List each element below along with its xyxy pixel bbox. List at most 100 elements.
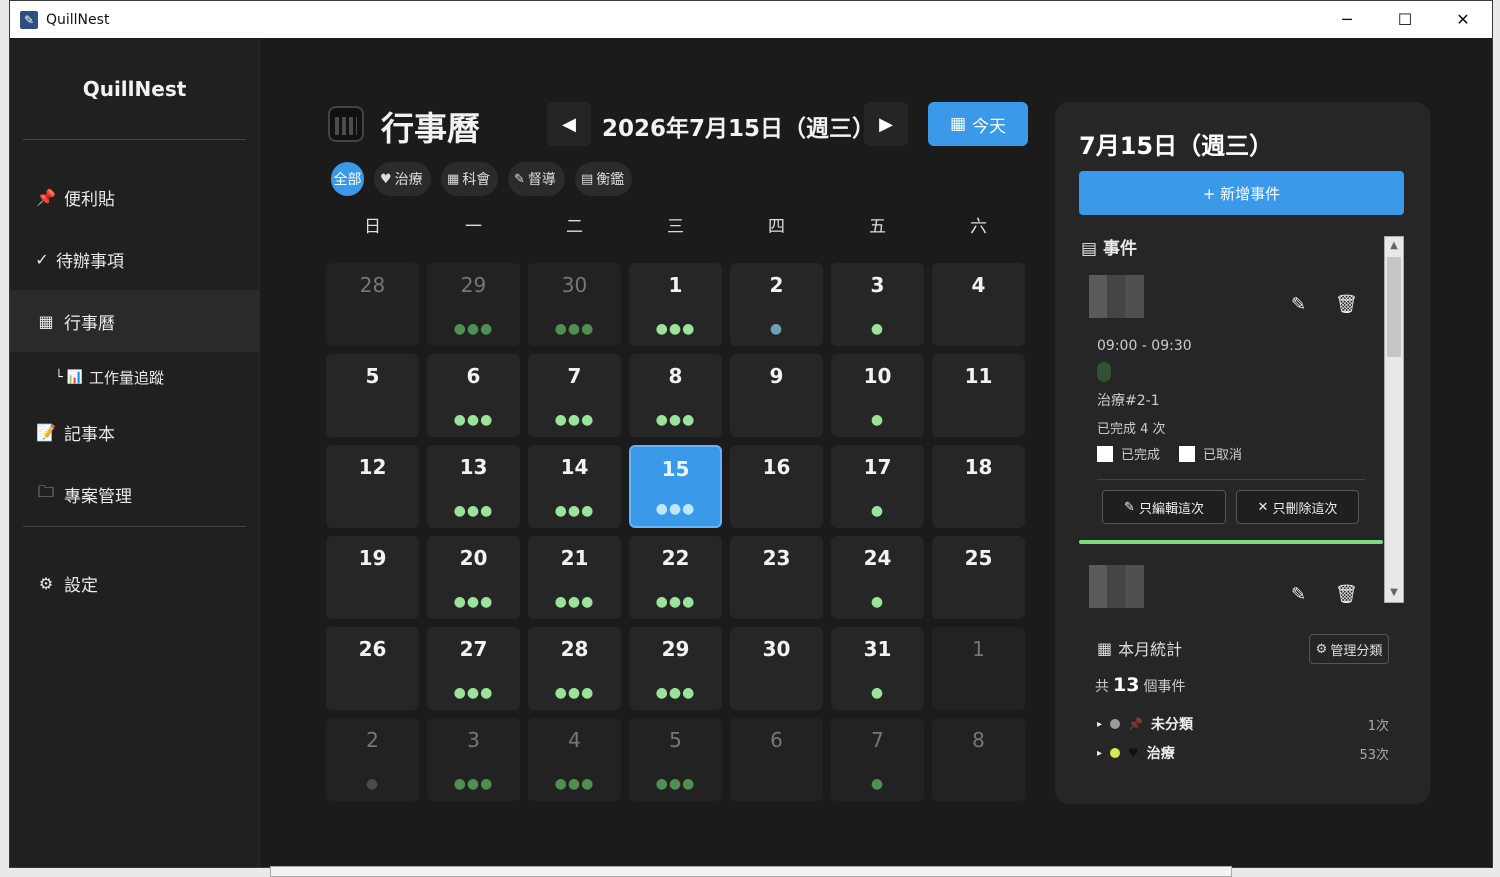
filter-chip-assessment[interactable]: ▤ 衡鑑	[575, 162, 632, 196]
calendar-day[interactable]: 2 ●	[730, 263, 823, 346]
filter-chip-meeting[interactable]: ▦ 科會	[441, 162, 498, 196]
sidebar-item-projects[interactable]: 🗀 專案管理	[10, 463, 259, 525]
calendar-day[interactable]: 5 ●●●	[629, 718, 722, 801]
calendar-day[interactable]: 12	[326, 445, 419, 528]
calendar-day[interactable]: 6	[730, 718, 823, 801]
events-header-label: 事件	[1102, 239, 1137, 259]
calendar-day[interactable]: 1 ●●●	[629, 263, 722, 346]
day-number: 22	[661, 546, 690, 570]
sidebar-item-workload[interactable]: └ 📊 工作量追蹤	[10, 355, 259, 399]
calendar-day[interactable]: 27 ●●●	[427, 627, 520, 710]
expand-caret-icon[interactable]: ▸	[1097, 748, 1102, 759]
cancelled-checkbox[interactable]: 已取消	[1179, 444, 1242, 463]
sidebar-item-label: 設定	[64, 575, 98, 596]
calendar-day[interactable]: 23	[730, 536, 823, 619]
calendar-day[interactable]: 28	[326, 263, 419, 346]
calendar-day[interactable]: 26	[326, 627, 419, 710]
calendar-day[interactable]: 29 ●●●	[629, 627, 722, 710]
calendar-day[interactable]: 8 ●●●	[629, 354, 722, 437]
day-number: 4	[971, 273, 986, 297]
edit-icon[interactable]: ✎	[1291, 294, 1306, 315]
event-dots: ●●●	[655, 501, 696, 517]
edit-icon[interactable]: ✎	[1291, 584, 1306, 605]
calendar-day[interactable]: 2 ●	[326, 718, 419, 801]
calendar-day[interactable]: 11	[932, 354, 1025, 437]
category-row-uncategorized[interactable]: ▸ 📌 未分類 1次	[1097, 712, 1389, 736]
calendar-day[interactable]: 4	[932, 263, 1025, 346]
filter-chip-therapy[interactable]: ♥ 治療	[374, 162, 431, 196]
clipboard-icon: ▤	[581, 171, 594, 187]
calendar-day[interactable]: 21 ●●●	[528, 536, 621, 619]
calendar-main: 行事曆 ◀ 2026年7月15日（週三） ▶ ▦ 今天 全部 ♥ 治療 ▦ 科會…	[260, 39, 1492, 867]
delete-this-occurrence-button[interactable]: ✕ 只刪除這次	[1236, 490, 1359, 524]
today-button[interactable]: ▦ 今天	[928, 102, 1028, 146]
edit-this-occurrence-button[interactable]: ✎ 只編輯這次	[1102, 490, 1226, 524]
prev-day-button[interactable]: ◀	[547, 102, 591, 146]
calendar-day[interactable]: 18	[932, 445, 1025, 528]
calendar-day[interactable]: 16	[730, 445, 823, 528]
calendar-day[interactable]: 29 ●●●	[427, 263, 520, 346]
sidebar-item-sticky-notes[interactable]: 📌 便利貼	[10, 166, 259, 228]
calendar-day[interactable]: 6 ●●●	[427, 354, 520, 437]
day-number: 24	[863, 546, 892, 570]
calendar-day[interactable]: 17 ●	[831, 445, 924, 528]
calendar-day[interactable]: 13 ●●●	[427, 445, 520, 528]
day-number: 28	[359, 273, 386, 297]
events-scrollbar[interactable]: ▲ ▼	[1384, 236, 1404, 603]
event-dots: ●	[870, 776, 885, 792]
trash-icon[interactable]: 🗑	[1335, 584, 1358, 605]
scroll-up-icon[interactable]: ▲	[1385, 237, 1403, 255]
sidebar: QuillNest 📌 便利貼 ✓ 待辦事項 ▦ 行事曆 └ 📊 工作量追蹤 📝…	[10, 39, 260, 867]
event-dots: ●●●	[655, 321, 696, 337]
calendar-day[interactable]: 9	[730, 354, 823, 437]
calendar-day-selected[interactable]: 15 ●●●	[629, 445, 722, 528]
calendar-day[interactable]: 30	[730, 627, 823, 710]
calendar-day[interactable]: 10 ●	[831, 354, 924, 437]
filter-chip-supervision[interactable]: ✎ 督導	[508, 162, 565, 196]
calendar-title-icon	[328, 106, 364, 142]
calendar-day[interactable]: 25	[932, 536, 1025, 619]
app-logo-icon: ✎	[20, 10, 38, 29]
calendar-day[interactable]: 7 ●●●	[528, 354, 621, 437]
minimize-button[interactable]: ─	[1318, 1, 1376, 38]
sidebar-item-notebook[interactable]: 📝 記事本	[10, 401, 259, 463]
calendar-day[interactable]: 14 ●●●	[528, 445, 621, 528]
manage-categories-button[interactable]: ⚙ 管理分類	[1309, 634, 1389, 664]
maximize-button[interactable]: ☐	[1376, 1, 1434, 38]
calendar-day[interactable]: 24 ●	[831, 536, 924, 619]
next-day-button[interactable]: ▶	[864, 102, 908, 146]
calendar-day[interactable]: 4 ●●●	[528, 718, 621, 801]
event-dots: ●●●	[554, 503, 595, 519]
calendar-day[interactable]: 1	[932, 627, 1025, 710]
calendar-day[interactable]: 5	[326, 354, 419, 437]
close-button[interactable]: ✕	[1434, 1, 1492, 38]
sidebar-item-todo[interactable]: ✓ 待辦事項	[10, 228, 259, 290]
scroll-down-icon[interactable]: ▼	[1385, 584, 1403, 602]
tree-branch-icon: └	[55, 369, 63, 385]
scroll-thumb[interactable]	[1387, 257, 1401, 357]
done-checkbox[interactable]: 已完成	[1097, 444, 1160, 463]
calendar-day[interactable]: 19	[326, 536, 419, 619]
calendar-day[interactable]: 20 ●●●	[427, 536, 520, 619]
calendar-day[interactable]: 3 ●	[831, 263, 924, 346]
filter-label: 衡鑑	[596, 172, 625, 188]
calendar-day[interactable]: 3 ●●●	[427, 718, 520, 801]
day-number: 28	[560, 637, 589, 661]
expand-caret-icon[interactable]: ▸	[1097, 719, 1102, 730]
sidebar-item-settings[interactable]: ⚙ 設定	[10, 552, 259, 614]
calendar-day[interactable]: 7 ●	[831, 718, 924, 801]
category-row-therapy[interactable]: ▸ ♥ 治療 53次	[1097, 741, 1389, 765]
calendar-day[interactable]: 22 ●●●	[629, 536, 722, 619]
calendar-day[interactable]: 28 ●●●	[528, 627, 621, 710]
calendar-day[interactable]: 31 ●	[831, 627, 924, 710]
calendar-day[interactable]: 30 ●●●	[528, 263, 621, 346]
add-event-button[interactable]: + 新增事件	[1079, 171, 1404, 215]
sidebar-item-calendar[interactable]: ▦ 行事曆	[10, 290, 259, 352]
trash-icon[interactable]: 🗑	[1335, 294, 1358, 315]
filter-chip-all[interactable]: 全部	[331, 162, 364, 196]
day-number: 21	[560, 546, 589, 570]
command-input[interactable]	[270, 866, 1232, 877]
bar-chart-icon: 📊	[66, 369, 84, 385]
event-dots: ●●●	[453, 685, 494, 701]
calendar-day[interactable]: 8	[932, 718, 1025, 801]
